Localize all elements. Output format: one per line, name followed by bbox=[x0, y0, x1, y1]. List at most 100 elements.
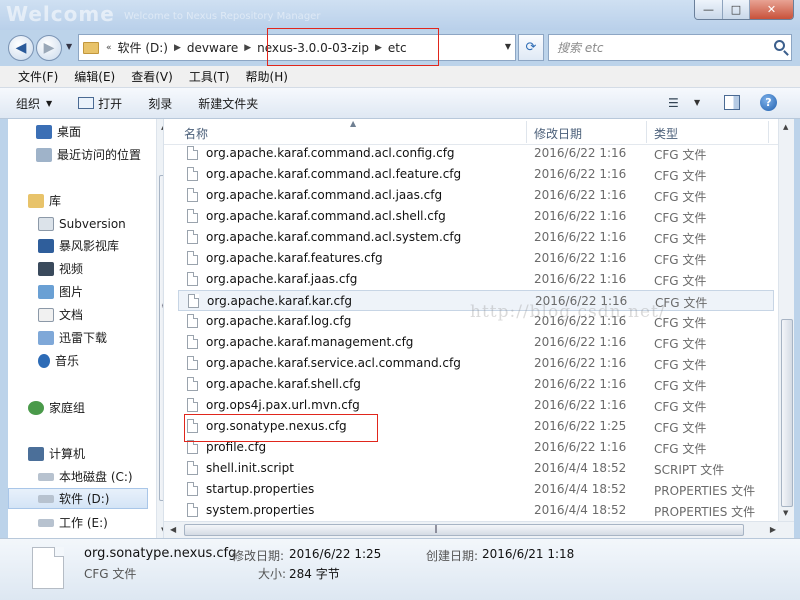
horizontal-scrollbar[interactable]: ◀ ‖ ▶ bbox=[164, 521, 794, 538]
menu-view[interactable]: 查看(V) bbox=[123, 68, 181, 85]
column-date[interactable]: 修改日期 bbox=[534, 125, 582, 142]
file-row[interactable]: org.apache.karaf.command.acl.system.cfg 2… bbox=[178, 227, 774, 248]
scroll-down-icon[interactable]: ▼ bbox=[783, 509, 788, 517]
details-file-name: org.sonatype.nexus.cfg bbox=[84, 546, 237, 561]
preview-pane-icon[interactable] bbox=[724, 95, 740, 110]
subversion-icon bbox=[38, 216, 54, 231]
file-row[interactable]: org.apache.karaf.management.cfg 2016/6/22… bbox=[178, 332, 774, 353]
nav-item-storm[interactable]: 暴风影视库 bbox=[38, 235, 119, 256]
breadcrumb-devware[interactable]: devware bbox=[184, 41, 241, 55]
column-divider[interactable] bbox=[768, 121, 769, 143]
breadcrumb-drive[interactable]: 软件 (D:) bbox=[115, 39, 171, 56]
desktop-icon bbox=[36, 124, 52, 139]
breadcrumb-nexus[interactable]: nexus-3.0.0-03-zip bbox=[254, 41, 372, 55]
file-icon bbox=[187, 230, 198, 244]
nav-scrollbar[interactable]: ▲ ≡ ▼ bbox=[156, 119, 163, 538]
column-type[interactable]: 类型 bbox=[654, 125, 678, 142]
search-input[interactable]: 搜索 etc bbox=[548, 34, 792, 61]
search-icon[interactable] bbox=[774, 40, 785, 51]
file-icon bbox=[187, 482, 198, 496]
nav-item-recent[interactable]: 最近访问的位置 bbox=[36, 144, 141, 165]
new-folder-button[interactable]: 新建文件夹 bbox=[198, 95, 258, 112]
nav-item-thunder[interactable]: 迅雷下载 bbox=[38, 327, 107, 348]
file-row[interactable]: org.ops4j.pax.url.mvn.cfg 2016/6/22 1:16 C… bbox=[178, 395, 774, 416]
nav-item-desktop[interactable]: 桌面 bbox=[36, 121, 81, 142]
scroll-up-icon[interactable]: ▲ bbox=[783, 123, 788, 131]
details-file-type: CFG 文件 bbox=[84, 567, 137, 581]
open-button[interactable]: 打开 bbox=[78, 95, 122, 112]
scroll-left-icon[interactable]: ◀ bbox=[170, 525, 176, 534]
burn-button[interactable]: 刻录 bbox=[148, 95, 172, 112]
file-row[interactable]: org.apache.karaf.command.acl.config.cfg 2… bbox=[178, 143, 774, 164]
views-icon[interactable]: ☰ bbox=[668, 96, 679, 110]
column-name[interactable]: 名称 bbox=[184, 125, 208, 142]
menu-tools[interactable]: 工具(T) bbox=[181, 68, 238, 85]
file-date: 2016/6/22 1:16 bbox=[534, 146, 627, 160]
views-dropdown-icon[interactable]: ▼ bbox=[694, 98, 700, 107]
nav-item-libraries[interactable]: 库 bbox=[28, 190, 61, 211]
file-row[interactable]: org.apache.karaf.command.acl.jaas.cfg 201… bbox=[178, 185, 774, 206]
refresh-button[interactable]: ⟳ bbox=[518, 34, 544, 61]
file-type: CFG 文件 bbox=[654, 358, 707, 372]
file-row[interactable]: org.apache.karaf.features.cfg 2016/6/22 1… bbox=[178, 248, 774, 269]
file-row[interactable]: org.apache.karaf.command.acl.shell.cfg 20… bbox=[178, 206, 774, 227]
libraries-icon bbox=[28, 193, 44, 208]
nav-item-pictures[interactable]: 图片 bbox=[38, 281, 83, 302]
file-icon bbox=[187, 398, 198, 412]
file-row[interactable]: profile.cfg 2016/6/22 1:16 CFG 文件 bbox=[178, 437, 774, 458]
breadcrumb-overflow[interactable]: « bbox=[103, 43, 115, 53]
minimize-button[interactable]: — bbox=[695, 0, 722, 19]
breadcrumb-etc[interactable]: etc bbox=[385, 41, 410, 55]
menu-file[interactable]: 文件(F) bbox=[10, 68, 66, 85]
nav-label: 本地磁盘 (C:) bbox=[59, 470, 133, 484]
nav-item-drive-e[interactable]: 工作 (E:) bbox=[38, 512, 108, 533]
nav-label: Subversion bbox=[59, 216, 126, 231]
breadcrumb-separator-icon[interactable]: ▶ bbox=[241, 43, 254, 53]
file-row[interactable]: org.sonatype.nexus.cfg 2016/6/22 1:25 CFG … bbox=[178, 416, 774, 437]
nav-label: 家庭组 bbox=[49, 401, 86, 415]
column-divider[interactable] bbox=[526, 121, 527, 143]
vertical-scroll-thumb[interactable] bbox=[781, 319, 793, 507]
pictures-icon bbox=[38, 284, 54, 299]
file-icon bbox=[187, 167, 198, 181]
file-row[interactable]: startup.properties 2016/4/4 18:52 PROPERTI… bbox=[178, 479, 774, 500]
forward-button[interactable]: ▶ bbox=[36, 35, 62, 61]
file-icon bbox=[187, 251, 198, 265]
column-divider[interactable] bbox=[646, 121, 647, 143]
close-button[interactable]: ✕ bbox=[749, 0, 793, 19]
help-icon[interactable]: ? bbox=[760, 94, 777, 111]
file-row[interactable]: system.properties 2016/4/4 18:52 PROPERTIE… bbox=[178, 500, 774, 521]
nav-item-homegroup[interactable]: 家庭组 bbox=[28, 397, 85, 418]
maximize-button[interactable]: □ bbox=[722, 0, 749, 19]
details-created-label: 创建日期: bbox=[426, 549, 479, 563]
breadcrumb-separator-icon[interactable]: ▶ bbox=[372, 43, 385, 53]
file-type: CFG 文件 bbox=[654, 190, 707, 204]
nav-item-subversion[interactable]: Subversion bbox=[38, 213, 126, 234]
menu-edit[interactable]: 编辑(E) bbox=[66, 68, 123, 85]
nav-item-video[interactable]: 视频 bbox=[38, 258, 83, 279]
back-button[interactable]: ◀ bbox=[8, 35, 34, 61]
nav-item-drive-d[interactable]: 软件 (D:) bbox=[8, 488, 148, 509]
file-icon bbox=[187, 272, 198, 286]
file-row[interactable]: shell.init.script 2016/4/4 18:52 SCRIPT 文件 bbox=[178, 458, 774, 479]
address-dropdown-icon[interactable]: ▼ bbox=[505, 42, 511, 51]
file-row[interactable]: org.apache.karaf.shell.cfg 2016/6/22 1:16… bbox=[178, 374, 774, 395]
nav-item-computer[interactable]: 计算机 bbox=[28, 443, 85, 464]
file-type: CFG 文件 bbox=[654, 400, 707, 414]
nav-item-drive-c[interactable]: 本地磁盘 (C:) bbox=[38, 466, 133, 487]
horizontal-scroll-thumb[interactable] bbox=[184, 524, 744, 536]
nav-item-documents[interactable]: 文档 bbox=[38, 304, 83, 325]
history-dropdown-icon[interactable]: ▼ bbox=[66, 42, 72, 51]
organize-button[interactable]: 组织 ▼ bbox=[16, 95, 52, 112]
nav-label: 暴风影视库 bbox=[59, 239, 120, 253]
file-list-scrollbar[interactable]: ▲ ▼ bbox=[778, 119, 794, 521]
file-row[interactable]: org.apache.karaf.command.acl.feature.cfg… bbox=[178, 164, 774, 185]
file-row[interactable]: org.apache.karaf.jaas.cfg 2016/6/22 1:16 C… bbox=[178, 269, 774, 290]
scroll-right-icon[interactable]: ▶ bbox=[770, 525, 776, 534]
file-row[interactable]: org.apache.karaf.service.acl.command.cfg… bbox=[178, 353, 774, 374]
nav-item-music[interactable]: 音乐 bbox=[38, 350, 79, 371]
file-icon bbox=[187, 503, 198, 517]
breadcrumb-separator-icon[interactable]: ▶ bbox=[171, 43, 184, 53]
address-bar[interactable]: « 软件 (D:) ▶ devware ▶ nexus-3.0.0-03-zip… bbox=[78, 34, 516, 61]
menu-help[interactable]: 帮助(H) bbox=[238, 68, 296, 85]
